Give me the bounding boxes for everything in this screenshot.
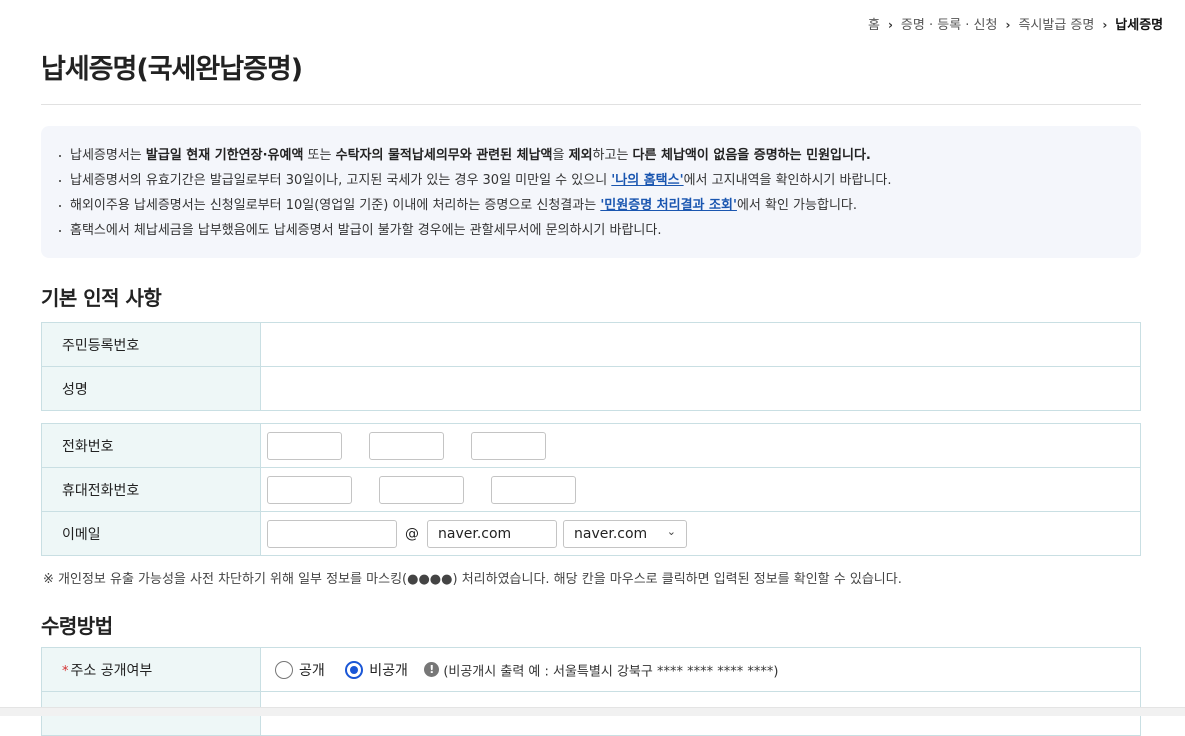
page-title: 납세증명(국세완납증명) bbox=[41, 54, 303, 85]
receipt-method-title: 수령방법 bbox=[41, 614, 113, 638]
at-sign: @ bbox=[405, 525, 419, 542]
radio-public-label[interactable]: 공개 bbox=[299, 663, 325, 679]
email-domain-field[interactable]: naver.com bbox=[427, 519, 557, 548]
breadcrumb-current: 납세증명 bbox=[1115, 18, 1164, 33]
table-row: 성명 bbox=[41, 366, 1141, 411]
email-domain-select[interactable]: naver.com ⌄ bbox=[563, 519, 687, 548]
contact-table: 전화번호 휴대전화번호 이메일 @ naver.com naver.com ⌄ bbox=[41, 423, 1141, 556]
phone-field-3[interactable] bbox=[471, 431, 546, 460]
name-value bbox=[260, 366, 1141, 411]
address-public-cell: 공개 비공개 ! (비공개시 출력 예 : 서울특별시 강북구 **** ****… bbox=[260, 647, 1141, 692]
mobile-field-3[interactable] bbox=[491, 475, 576, 504]
breadcrumb-home[interactable]: 홈 bbox=[868, 14, 880, 33]
notice-item: 해외이주용 납세증명서는 신청일로부터 10일(영업일 기준) 이내에 처리하는… bbox=[59, 193, 1141, 218]
breadcrumb-item-apply[interactable]: 증명 · 등록 · 신청 bbox=[901, 14, 998, 33]
mobile-field-2[interactable] bbox=[379, 475, 464, 504]
chevron-right-icon: › bbox=[1005, 18, 1011, 32]
horizontal-scrollbar[interactable] bbox=[0, 707, 1185, 716]
radio-public[interactable] bbox=[275, 660, 293, 679]
notice-item: 납세증명서는 발급일 현재 기한연장·유예액 또는 수탁자의 물적납세의무와 관… bbox=[59, 143, 1141, 168]
private-hint: (비공개시 출력 예 : 서울특별시 강북구 **** **** **** **… bbox=[443, 664, 779, 679]
info-icon: ! bbox=[424, 662, 440, 677]
phone-field-1[interactable] bbox=[267, 431, 342, 460]
name-label: 성명 bbox=[41, 366, 261, 411]
chevron-right-icon: › bbox=[1102, 18, 1108, 32]
result-inquiry-link[interactable]: '민원증명 처리결과 조회' bbox=[600, 198, 737, 213]
phone-cell bbox=[260, 423, 1141, 468]
my-hometax-link[interactable]: '나의 홈택스' bbox=[611, 173, 683, 188]
table-row: * 주소 공개여부 공개 비공개 ! (비공개시 출력 예 : 서울특별시 강북구 … bbox=[41, 647, 1141, 692]
radio-private[interactable] bbox=[345, 660, 364, 679]
mobile-label: 휴대전화번호 bbox=[41, 467, 261, 512]
notice-item: 납세증명서의 유효기간은 발급일로부터 30일이나, 고지된 국세가 있는 경우… bbox=[59, 168, 1141, 193]
notice-box: 납세증명서는 발급일 현재 기한연장·유예액 또는 수탁자의 물적납세의무와 관… bbox=[41, 126, 1141, 258]
chevron-down-icon: ⌄ bbox=[666, 524, 676, 538]
chevron-right-icon: › bbox=[887, 18, 893, 32]
basic-info-title: 기본 인적 사항 bbox=[41, 286, 162, 310]
phone-field-2[interactable] bbox=[369, 431, 444, 460]
email-cell: @ naver.com naver.com ⌄ bbox=[260, 511, 1141, 556]
table-row: 전화번호 bbox=[41, 423, 1141, 468]
notice-item: 홈택스에서 체납세금을 납부했음에도 납세증명서 발급이 불가할 경우에는 관할… bbox=[59, 218, 1141, 243]
title-divider bbox=[41, 104, 1141, 105]
email-id-field[interactable] bbox=[267, 519, 397, 548]
phone-label: 전화번호 bbox=[41, 423, 261, 468]
basic-info-table: 주민등록번호 성명 bbox=[41, 322, 1141, 411]
required-mark: * bbox=[62, 663, 69, 679]
table-row: 이메일 @ naver.com naver.com ⌄ bbox=[41, 511, 1141, 556]
address-public-label: * 주소 공개여부 bbox=[41, 647, 261, 692]
email-domain-select-value: naver.com bbox=[574, 525, 648, 542]
email-label: 이메일 bbox=[41, 511, 261, 556]
table-row: 휴대전화번호 bbox=[41, 467, 1141, 512]
receipt-table: * 주소 공개여부 공개 비공개 ! (비공개시 출력 예 : 서울특별시 강북구 … bbox=[41, 647, 1141, 736]
table-row: 주민등록번호 bbox=[41, 322, 1141, 367]
breadcrumb: 홈 › 증명 · 등록 · 신청 › 즉시발급 증명 › 납세증명 bbox=[868, 14, 1185, 34]
radio-private-label[interactable]: 비공개 bbox=[369, 663, 408, 679]
masking-note: ※ 개인정보 유출 가능성을 사전 차단하기 위해 일부 정보를 마스킹(●●●… bbox=[43, 572, 902, 587]
mobile-field-1[interactable] bbox=[267, 475, 352, 504]
resident-number-label: 주민등록번호 bbox=[41, 322, 261, 367]
resident-number-value bbox=[260, 322, 1141, 367]
mobile-cell bbox=[260, 467, 1141, 512]
breadcrumb-item-instant[interactable]: 즉시발급 증명 bbox=[1018, 14, 1094, 33]
